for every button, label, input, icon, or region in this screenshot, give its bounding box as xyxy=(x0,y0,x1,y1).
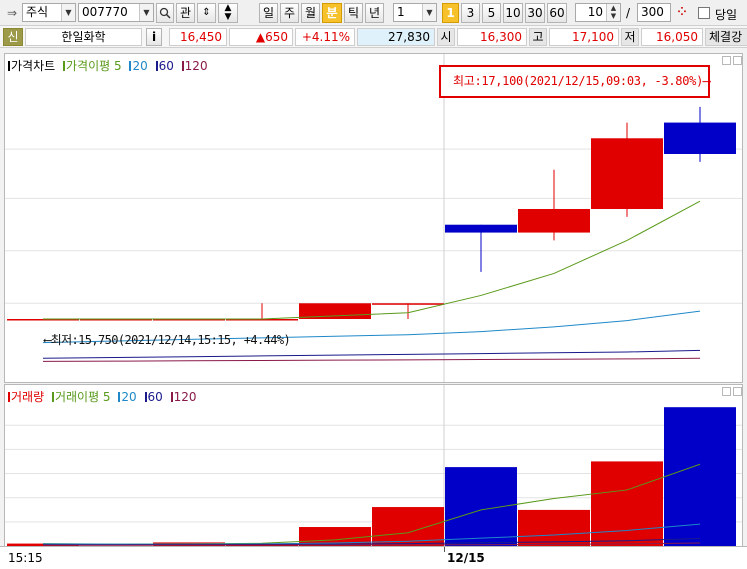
same-day-checkbox[interactable] xyxy=(698,7,710,19)
volume-bar xyxy=(591,461,663,546)
low-annotation: ⟵최저:15,750(2021/12/14,15:15, +4.44%) xyxy=(44,333,291,347)
link-arrow-icon[interactable]: ⇒ xyxy=(3,3,21,23)
volume-chart-canvas[interactable] xyxy=(5,385,742,546)
chevron-down-icon: ▼ xyxy=(139,4,153,21)
interval-select[interactable]: 1 ▼ xyxy=(393,3,437,22)
info-button[interactable]: i xyxy=(146,28,162,46)
candle-body xyxy=(664,122,736,154)
watchlist-button[interactable]: 관 xyxy=(176,3,195,23)
candle-body xyxy=(518,209,590,233)
x-axis-start-label: 15:15 xyxy=(8,551,43,565)
high-annotation: 최고:17,100(2021/12/15,09:03, -3.80%)⟶ xyxy=(453,74,710,88)
interval-60-button[interactable]: 60 xyxy=(547,3,567,23)
market-select[interactable]: 주식 ▼ xyxy=(22,3,76,22)
chart-window: ⇒ 주식 ▼ 007770 ▼ 관 ⇕ ▲ ▼ 일 주 월 분 틱 년 1 ▼ 1… xyxy=(0,0,747,569)
x-axis-date-label: 12/15 xyxy=(447,551,485,565)
x-axis-date-tick xyxy=(444,547,445,552)
chevron-down-icon: ▼ xyxy=(61,4,75,21)
interval-5-button[interactable]: 5 xyxy=(482,3,501,23)
candle-body xyxy=(372,303,444,305)
interval-value: 1 xyxy=(397,5,405,19)
current-price: 16,450 xyxy=(169,28,227,46)
candle-body xyxy=(591,138,663,209)
market-value: 주식 xyxy=(26,5,49,19)
stock-name: 한일화학 xyxy=(61,30,106,44)
volume-bar xyxy=(445,467,517,546)
open-value: 16,300 xyxy=(457,28,527,46)
period-minute-button[interactable]: 분 xyxy=(322,3,342,23)
period-tick-button[interactable]: 틱 xyxy=(344,3,363,23)
count-value: 300 xyxy=(641,5,664,19)
period-month-button[interactable]: 월 xyxy=(301,3,320,23)
count-separator: / xyxy=(626,6,631,20)
exec-strength-label: 체결강 xyxy=(705,28,747,46)
open-label: 시 xyxy=(437,28,455,46)
credit-badge: 신 xyxy=(3,28,23,46)
volume-bar xyxy=(664,407,736,546)
volume-value: 27,830 xyxy=(357,28,435,46)
grid-settings-icon[interactable]: ⁘ xyxy=(673,3,691,23)
spin-button[interactable]: ▲ ▼ xyxy=(218,3,238,23)
stepper-arrows-icon: ▲ ▼ xyxy=(606,4,620,21)
interval-3-button[interactable]: 3 xyxy=(461,3,480,23)
count-input[interactable]: 300 xyxy=(637,3,671,22)
ma5-line xyxy=(43,200,701,320)
zoom-stepper[interactable]: 10 ▲ ▼ xyxy=(575,3,621,22)
period-day-button[interactable]: 일 xyxy=(259,3,278,23)
interval-1-button[interactable]: 1 xyxy=(442,3,459,23)
volume-bar xyxy=(518,509,590,546)
candle-body xyxy=(445,224,517,233)
same-day-label: 당일 xyxy=(715,8,738,22)
search-button[interactable] xyxy=(156,3,174,23)
high-value: 17,100 xyxy=(549,28,619,46)
low-value: 16,050 xyxy=(641,28,703,46)
interval-10-button[interactable]: 10 xyxy=(503,3,523,23)
zoom-value: 10 xyxy=(587,5,603,19)
ma60-line xyxy=(42,349,701,359)
period-week-button[interactable]: 주 xyxy=(280,3,299,23)
search-icon xyxy=(159,7,171,19)
stock-name-field[interactable]: 한일화학 xyxy=(25,28,142,46)
period-year-button[interactable]: 년 xyxy=(365,3,384,23)
scroll-updown-button[interactable]: ⇕ xyxy=(197,3,216,23)
ma120-line xyxy=(42,357,701,362)
toolbar: ⇒ 주식 ▼ 007770 ▼ 관 ⇕ ▲ ▼ 일 주 월 분 틱 년 1 ▼ 1… xyxy=(0,0,747,26)
change-percent: +4.11% xyxy=(295,28,355,46)
quote-bar: 신 한일화학 i 16,450 ▲650 +4.11% 27,830 시 16,… xyxy=(0,26,747,48)
interval-30-button[interactable]: 30 xyxy=(525,3,545,23)
price-change: ▲650 xyxy=(229,28,293,46)
x-axis: 15:15 12/15 xyxy=(0,546,747,569)
chevron-down-icon: ▼ xyxy=(422,4,436,21)
stock-code-input[interactable]: 007770 ▼ xyxy=(78,3,154,22)
low-label: 저 xyxy=(621,28,639,46)
stock-code-value: 007770 xyxy=(82,5,128,19)
high-label: 고 xyxy=(529,28,547,46)
